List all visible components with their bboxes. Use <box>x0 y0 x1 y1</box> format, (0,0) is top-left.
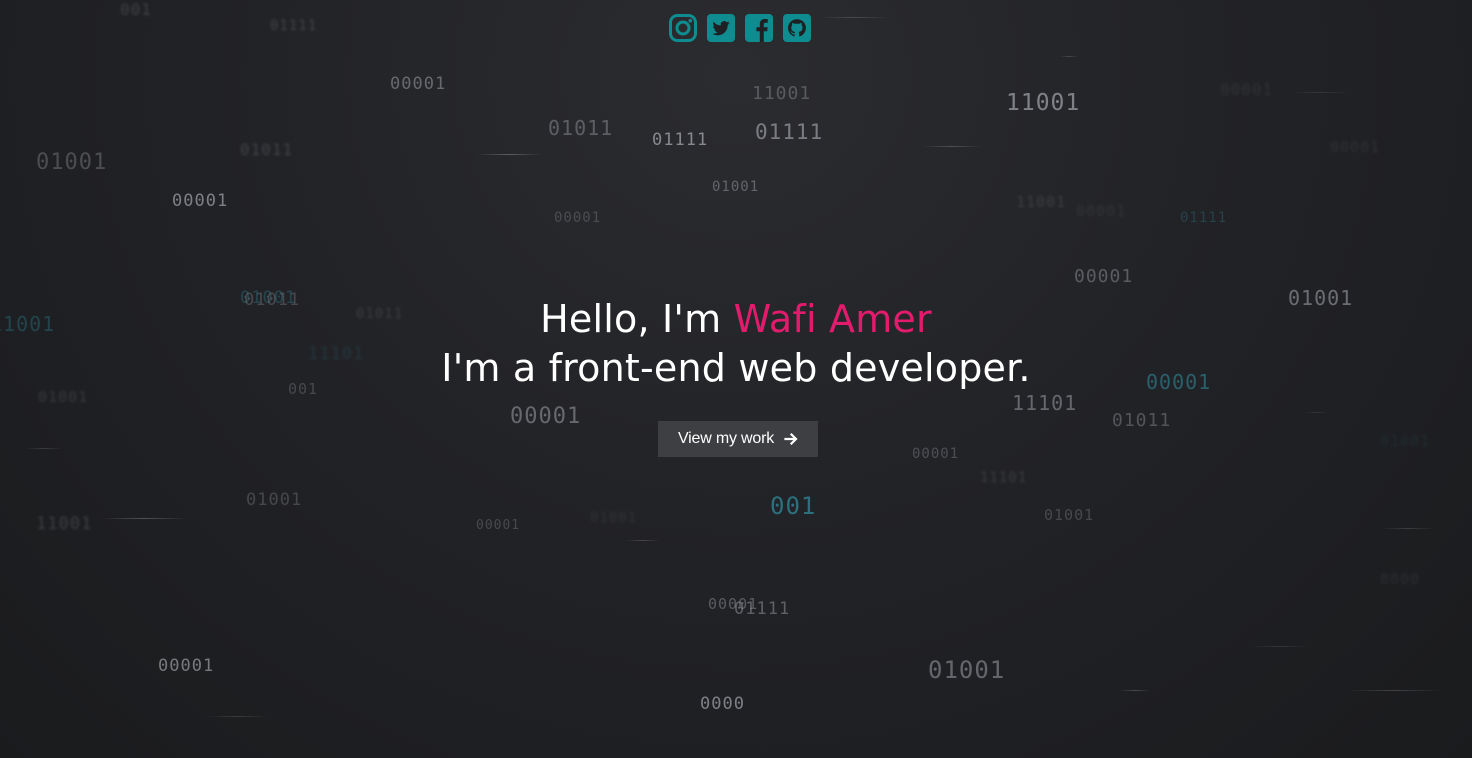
binary-digit: 01001 <box>36 150 108 175</box>
binary-digit: 00001 <box>1330 138 1381 156</box>
light-streak <box>1120 690 1150 691</box>
view-my-work-label: View my work <box>678 430 774 447</box>
light-streak <box>1306 412 1328 413</box>
social-links <box>668 13 812 43</box>
light-streak <box>1380 528 1436 529</box>
hero-name: Wafi Amer <box>733 297 932 341</box>
facebook-icon <box>745 14 773 42</box>
twitter-link[interactable] <box>706 13 736 43</box>
light-streak <box>820 17 888 18</box>
instagram-icon <box>669 14 697 42</box>
binary-digit: 01011 <box>240 140 294 159</box>
binary-digit: 01111 <box>652 130 709 150</box>
github-icon <box>783 14 811 42</box>
binary-digit: 01001 <box>1044 506 1095 524</box>
binary-digit: 11001 <box>752 83 812 104</box>
binary-digit: 001 <box>120 0 152 19</box>
binary-digit: 0000 <box>1380 570 1421 588</box>
instagram-link[interactable] <box>668 13 698 43</box>
binary-digit: 00001 <box>158 656 215 676</box>
binary-digit: 01001 <box>590 510 638 526</box>
github-link[interactable] <box>782 13 812 43</box>
binary-digit: 01011 <box>548 116 614 140</box>
twitter-icon <box>707 14 735 42</box>
light-streak <box>1290 92 1350 93</box>
binary-digit: 01111 <box>755 120 824 144</box>
binary-digit: 00001 <box>476 518 521 533</box>
binary-digit: 00001 <box>510 404 582 429</box>
hero-tagline: I'm a front-end web developer. <box>441 346 1031 390</box>
binary-digit: 00001 <box>172 191 229 211</box>
binary-digit: 00001 <box>912 446 960 462</box>
hero-greeting-line: Hello, I'm Wafi Amer <box>0 295 1472 344</box>
binary-digit: 00001 <box>554 210 602 226</box>
binary-digit: 01001 <box>928 656 1006 684</box>
binary-digit: 0000 <box>700 694 745 714</box>
binary-digit: 00001 <box>1220 80 1274 99</box>
binary-digit: 11101 <box>1012 391 1078 415</box>
binary-digit: 01111 <box>1180 210 1228 226</box>
light-streak <box>626 540 660 541</box>
binary-digit: 001 <box>770 492 817 520</box>
binary-digit: 00001 <box>390 74 447 94</box>
facebook-link[interactable] <box>744 13 774 43</box>
greeting-text: Hello, I'm <box>540 297 734 341</box>
binary-digit: 01001 <box>1380 432 1431 450</box>
light-streak <box>476 154 542 155</box>
binary-digit: 11001 <box>36 514 93 534</box>
light-streak <box>206 716 270 717</box>
binary-digit: 01001 <box>246 490 303 510</box>
binary-digit: 11101 <box>980 470 1028 486</box>
binary-digit: 00001 <box>708 595 759 613</box>
binary-digit: 00001 <box>1074 266 1134 287</box>
binary-digit: 01001 <box>712 179 760 195</box>
binary-digit: 01111 <box>270 18 318 34</box>
view-my-work-button[interactable]: View my work <box>658 421 818 457</box>
light-streak <box>100 518 188 519</box>
binary-digit: 11001 <box>1016 193 1067 211</box>
light-streak <box>26 448 62 449</box>
light-streak <box>1060 56 1078 57</box>
light-streak <box>1250 646 1310 647</box>
binary-digit: 00001 <box>1076 202 1127 220</box>
light-streak <box>922 146 982 147</box>
hero-text: Hello, I'm Wafi Amer I'm a front-end web… <box>0 295 1472 393</box>
light-streak <box>1346 690 1442 691</box>
hero-section: 01001 0000 00001 001 00001 01111 11001 01011 011… <box>0 0 1472 758</box>
binary-digit: 01011 <box>1112 410 1172 431</box>
arrow-right-icon <box>784 432 798 446</box>
binary-digit: 11001 <box>1006 90 1081 116</box>
